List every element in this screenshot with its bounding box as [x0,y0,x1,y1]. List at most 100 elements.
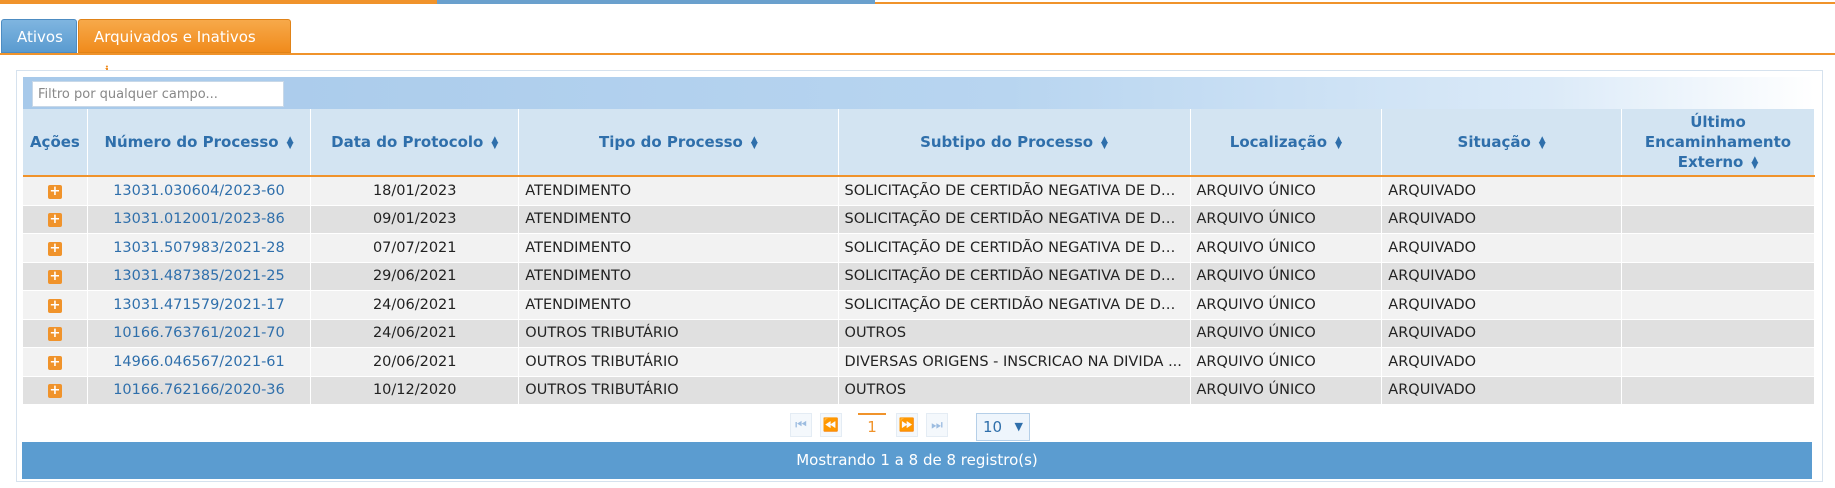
tab-arquivados-label: Arquivados e Inativos [94,28,256,46]
process-number-cell[interactable]: 10166.762166/2020-36 [87,376,312,405]
location-cell: ARQUIVO ÚNICO [1190,176,1383,206]
tab-arquivados-inativos[interactable]: Arquivados e Inativosi [78,19,291,78]
process-number-cell[interactable]: 14966.046567/2021-61 [87,347,312,377]
process-number-cell[interactable]: 13031.507983/2021-28 [87,233,312,263]
col-header-situacao-label: Situação [1457,133,1531,151]
process-number-cell[interactable]: 13031.487385/2021-25 [87,262,312,291]
protocol-date-cell: 18/01/2023 [310,176,520,206]
plus-icon[interactable]: + [47,355,62,370]
process-subtype-cell: DIVERSAS ORIGENS - INSCRICAO NA DIVIDA .… [838,347,1191,377]
status-cell: ARQUIVADO [1381,233,1622,263]
location-cell: ARQUIVO ÚNICO [1190,233,1383,263]
process-subtype-cell: SOLICITAÇÃO DE CERTIDÃO NEGATIVA DE DÉ..… [838,233,1191,263]
row-actions-cell[interactable]: + [23,290,88,320]
table-row: +14966.046567/2021-61 20/06/2021 OUTROS TR… [23,347,1815,377]
process-number-link[interactable]: 13031.507983/2021-28 [113,240,285,256]
table-row: +13031.471579/2021-17 24/06/2021 ATENDIMEN… [23,290,1815,320]
page-size-select[interactable]: 10 ▼ [976,413,1030,441]
prev-page-icon: ⏪ [822,418,840,433]
row-actions-cell[interactable]: + [23,205,88,234]
plus-icon[interactable]: + [47,298,62,313]
row-actions-cell[interactable]: + [23,233,88,263]
page-number-current[interactable]: 1 [858,413,886,437]
row-actions-cell[interactable]: + [23,319,88,348]
col-header-subtipo[interactable]: Subtipo do Processo ▲ ▼ [838,109,1191,177]
status-cell: ARQUIVADO [1381,347,1622,377]
process-number-cell[interactable]: 13031.030604/2023-60 [87,176,312,206]
col-header-ultimo-label: Último Encaminhamento Externo [1644,113,1792,171]
process-number-link[interactable]: 13031.487385/2021-25 [113,268,285,284]
sort-icon[interactable]: ▲ ▼ [1101,135,1108,150]
process-number-cell[interactable]: 10166.763761/2021-70 [87,319,312,348]
next-page-icon: ⏩ [898,418,916,433]
col-header-numero-label: Número do Processo [104,133,279,151]
tab-ativos[interactable]: Ativos [1,19,77,53]
col-header-tipo[interactable]: Tipo do Processo ▲ ▼ [518,109,839,177]
last-page-icon: ⏭ [931,418,943,433]
col-header-numero[interactable]: Número do Processo ▲ ▼ [87,109,312,177]
process-subtype-cell: SOLICITAÇÃO DE CERTIDÃO NEGATIVA DE DÉ..… [838,176,1191,206]
col-header-data[interactable]: Data do Protocolo ▲ ▼ [310,109,520,177]
plus-icon[interactable]: + [47,327,62,342]
first-page-button[interactable]: ⏮ [790,413,812,437]
top-progress-bar [0,0,1835,5]
protocol-date-cell: 09/01/2023 [310,205,520,234]
table-row: +10166.762166/2020-36 10/12/2020 OUTROS TR… [23,376,1815,405]
last-page-button[interactable]: ⏭ [926,413,948,437]
plus-icon[interactable]: + [47,270,62,285]
prev-page-button[interactable]: ⏪ [820,413,842,437]
process-type-cell: ATENDIMENTO [518,233,839,263]
process-number-link[interactable]: 13031.471579/2021-17 [113,297,285,313]
col-header-acoes-label: Ações [29,133,80,151]
sort-icon[interactable]: ▲ ▼ [287,135,294,150]
table-row: +13031.030604/2023-60 18/01/2023 ATENDIMEN… [23,176,1815,206]
plus-icon[interactable]: + [47,213,62,228]
last-forwarding-cell [1621,205,1815,234]
row-actions-cell[interactable]: + [23,262,88,291]
sort-icon[interactable]: ▲ ▼ [491,135,498,150]
location-cell: ARQUIVO ÚNICO [1190,319,1383,348]
process-number-link[interactable]: 13031.012001/2023-86 [113,211,285,227]
col-header-localizacao[interactable]: Localização ▲ ▼ [1190,109,1383,177]
protocol-date-cell: 07/07/2021 [310,233,520,263]
process-number-link[interactable]: 13031.030604/2023-60 [113,183,285,199]
process-number-link[interactable]: 14966.046567/2021-61 [113,354,285,370]
process-number-link[interactable]: 10166.763761/2021-70 [113,325,285,341]
next-page-button[interactable]: ⏩ [896,413,918,437]
process-subtype-cell: OUTROS [838,376,1191,405]
last-forwarding-cell [1621,290,1815,320]
sort-icon[interactable]: ▲ ▼ [751,135,758,150]
filter-input[interactable] [32,81,284,107]
sort-icon[interactable]: ▲ ▼ [1539,135,1546,150]
plus-icon[interactable]: + [47,384,62,399]
process-type-cell: ATENDIMENTO [518,176,839,206]
location-cell: ARQUIVO ÚNICO [1190,205,1383,234]
process-subtype-cell: SOLICITAÇÃO DE CERTIDÃO NEGATIVA DE DÉ..… [838,205,1191,234]
location-cell: ARQUIVO ÚNICO [1190,290,1383,320]
col-header-situacao[interactable]: Situação ▲ ▼ [1381,109,1622,177]
col-header-subtipo-label: Subtipo do Processo [920,133,1094,151]
col-header-localizacao-label: Localização [1229,133,1328,151]
plus-icon[interactable]: + [47,241,62,256]
top-bar-segment-line [875,2,1835,4]
location-cell: ARQUIVO ÚNICO [1190,347,1383,377]
process-type-cell: ATENDIMENTO [518,205,839,234]
table-row: +13031.012001/2023-86 09/01/2023 ATENDIMEN… [23,205,1815,234]
protocol-date-cell: 29/06/2021 [310,262,520,291]
last-forwarding-cell [1621,176,1815,206]
plus-icon[interactable]: + [47,184,62,199]
row-actions-cell[interactable]: + [23,176,88,206]
row-actions-cell[interactable]: + [23,376,88,405]
process-number-cell[interactable]: 13031.471579/2021-17 [87,290,312,320]
row-actions-cell[interactable]: + [23,347,88,377]
sort-icon[interactable]: ▲ ▼ [1751,155,1758,170]
process-number-cell[interactable]: 13031.012001/2023-86 [87,205,312,234]
sort-icon[interactable]: ▲ ▼ [1335,135,1342,150]
process-subtype-cell: OUTROS [838,319,1191,348]
table-row: +13031.487385/2021-25 29/06/2021 ATENDIMEN… [23,262,1815,291]
process-type-cell: ATENDIMENTO [518,262,839,291]
process-number-link[interactable]: 10166.762166/2020-36 [113,382,285,398]
col-header-ultimo[interactable]: Último Encaminhamento Externo ▲ ▼ [1621,109,1815,177]
process-type-cell: OUTROS TRIBUTÁRIO [518,347,839,377]
page-size-value: 10 [983,418,1003,436]
